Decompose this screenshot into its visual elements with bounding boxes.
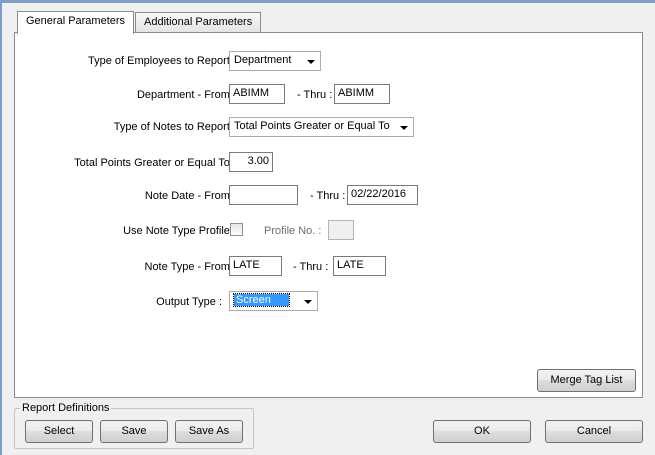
department-thru-input[interactable]: ABIMM [334,84,390,104]
ok-button-label: OK [474,425,490,437]
note-date-from-input[interactable] [229,185,298,205]
select-button-label: Select [43,425,75,437]
chevron-down-icon [304,300,312,304]
use-profile-checkbox[interactable] [230,223,243,236]
chevron-down-icon [307,60,315,64]
merge-tag-list-label: Merge Tag List [550,374,623,386]
cancel-button[interactable]: Cancel [545,420,643,443]
department-from-input[interactable]: ABIMM [229,84,285,104]
department-thru-label: - Thru : [297,89,333,101]
employee-type-value: Department [234,54,292,66]
total-points-input[interactable]: 3.00 [229,152,273,172]
profile-no-input [328,220,354,240]
report-definitions-title: Report Definitions [20,402,112,414]
save-button[interactable]: Save [100,420,168,443]
use-profile-label: Use Note Type Profile : [123,225,236,237]
chevron-down-icon [400,126,408,130]
notes-type-label: Type of Notes to Report : [113,121,236,133]
tab-general-parameters-label: General Parameters [26,15,126,27]
general-parameters-panel: Type of Employees to Report : Department… [14,32,643,398]
note-date-thru-input[interactable]: 02/22/2016 [347,185,418,205]
tab-additional-parameters[interactable]: Additional Parameters [135,12,262,32]
output-type-value: Screen [233,293,290,307]
note-type-from-label: Note Type - From : [144,261,237,273]
select-button[interactable]: Select [25,420,93,443]
merge-tag-list-button[interactable]: Merge Tag List [537,369,636,392]
output-type-select[interactable]: Screen [229,291,318,311]
department-from-label: Department - From : [136,89,236,101]
notes-type-select[interactable]: Total Points Greater or Equal To [229,117,414,137]
total-points-label: Total Points Greater or Equal To : [74,157,236,169]
ok-button[interactable]: OK [433,420,531,443]
save-button-label: Save [121,425,147,437]
profile-no-label: Profile No. : [264,225,322,237]
employee-type-label: Type of Employees to Report : [88,55,236,67]
save-as-button-label: Save As [188,425,230,437]
note-type-from-input[interactable]: LATE [229,256,282,276]
tab-additional-parameters-label: Additional Parameters [144,16,253,28]
note-type-thru-input[interactable]: LATE [333,256,386,276]
note-date-thru-label: - Thru : [310,190,346,202]
cancel-button-label: Cancel [576,425,612,437]
window-frame-top [0,0,655,3]
employee-type-select[interactable]: Department [229,51,321,71]
tab-general-parameters[interactable]: General Parameters [17,11,135,34]
notes-type-value: Total Points Greater or Equal To [234,120,390,132]
note-date-from-label: Note Date - From : [144,190,236,202]
note-type-thru-label: - Thru : [293,261,329,273]
save-as-button[interactable]: Save As [175,420,243,443]
window-frame-left [0,0,2,455]
output-type-label: Output Type : [156,296,222,308]
